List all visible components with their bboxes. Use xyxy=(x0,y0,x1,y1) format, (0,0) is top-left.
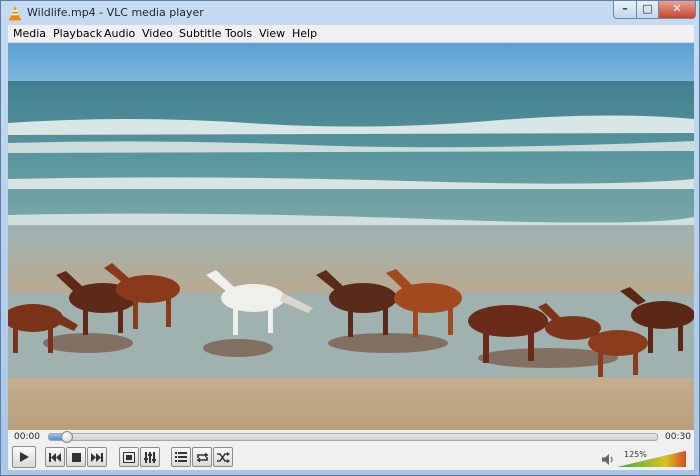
menu-media[interactable]: Media xyxy=(13,27,46,40)
next-icon xyxy=(91,452,103,462)
fullscreen-icon xyxy=(123,451,135,463)
video-surface[interactable] xyxy=(8,43,694,430)
fullscreen-button[interactable] xyxy=(119,447,139,467)
menu-subtitle[interactable]: Subtitle xyxy=(179,27,221,40)
speaker-icon[interactable] xyxy=(602,454,614,465)
menu-playback[interactable]: Playback xyxy=(53,27,102,40)
seek-bar[interactable] xyxy=(48,431,658,443)
minimize-icon: – xyxy=(622,2,628,15)
total-time: 00:30 xyxy=(665,432,691,442)
extended-settings-button[interactable] xyxy=(140,447,160,467)
next-button[interactable] xyxy=(87,447,107,467)
loop-button[interactable] xyxy=(192,447,212,467)
menu-view[interactable]: View xyxy=(259,27,285,40)
menu-video[interactable]: Video xyxy=(142,27,173,40)
vlc-window: Wildlife.mp4 - VLC media player – □ ✕ Me… xyxy=(0,0,700,476)
menu-audio[interactable]: Audio xyxy=(104,27,135,40)
video-frame xyxy=(8,43,694,430)
menu-tools[interactable]: Tools xyxy=(225,27,252,40)
stop-icon xyxy=(71,452,81,462)
volume-slider[interactable] xyxy=(618,451,686,467)
controls-panel: 00:00 00:30 125% xyxy=(8,430,694,470)
equalizer-icon xyxy=(144,451,156,463)
previous-icon xyxy=(49,452,61,462)
playlist-icon xyxy=(175,452,187,462)
maximize-button[interactable]: □ xyxy=(636,1,659,19)
play-icon xyxy=(20,452,29,462)
close-icon: ✕ xyxy=(672,2,682,15)
title-bar[interactable]: Wildlife.mp4 - VLC media player – □ ✕ xyxy=(1,1,699,25)
loop-icon xyxy=(196,452,208,462)
play-button[interactable] xyxy=(12,446,36,468)
shuffle-icon xyxy=(216,451,230,463)
playlist-button[interactable] xyxy=(171,447,191,467)
elapsed-time: 00:00 xyxy=(14,432,40,442)
menu-help[interactable]: Help xyxy=(292,27,317,40)
window-title: Wildlife.mp4 - VLC media player xyxy=(27,6,204,19)
close-button[interactable]: ✕ xyxy=(658,1,696,19)
minimize-button[interactable]: – xyxy=(613,1,637,19)
random-button[interactable] xyxy=(213,447,233,467)
maximize-icon: □ xyxy=(642,2,653,15)
previous-button[interactable] xyxy=(45,447,65,467)
seek-handle[interactable] xyxy=(61,431,73,443)
menu-bar: Media Playback Audio Video Subtitle Tool… xyxy=(8,25,694,43)
stop-button[interactable] xyxy=(66,447,86,467)
vlc-cone-icon xyxy=(9,6,21,21)
